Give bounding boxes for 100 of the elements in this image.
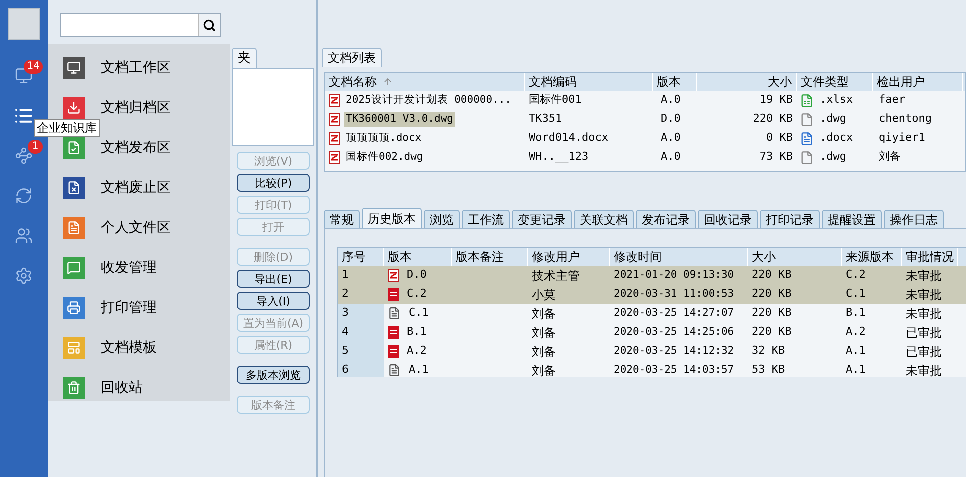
spreadsheet-icon bbox=[800, 94, 814, 108]
action-button[interactable]: 比较(P) bbox=[237, 174, 310, 192]
sidebar-item[interactable]: 1 bbox=[5, 140, 43, 172]
monitor-icon bbox=[15, 67, 33, 85]
table-cell-text: C.1 bbox=[409, 305, 429, 322]
tab[interactable]: 回收记录 bbox=[698, 210, 758, 228]
file-icon bbox=[800, 112, 814, 126]
document-icon bbox=[388, 288, 399, 301]
table-cell-text: C.2 bbox=[407, 286, 427, 302]
count-badge: 14 bbox=[24, 60, 43, 74]
search-button[interactable] bbox=[198, 14, 220, 36]
column-header[interactable]: 文档编码 bbox=[525, 73, 653, 91]
table-cell: 6 bbox=[338, 361, 384, 377]
settings-icon bbox=[15, 267, 33, 285]
menu-item[interactable]: 个人文件区 bbox=[101, 218, 171, 238]
table-row[interactable]: 国标件002.dwg WH..__123 A.0 73 KB .dwg 刘备 bbox=[325, 148, 965, 167]
table-cell-text: A.0 bbox=[660, 149, 682, 166]
document-icon bbox=[388, 345, 399, 358]
table-cell-text: 2025设计开发计划表_000000... bbox=[345, 92, 513, 108]
table-cell-text: .dwg bbox=[820, 111, 846, 128]
menu-item[interactable]: 文档发布区 bbox=[101, 138, 171, 158]
table-cell-text: Word014.docx bbox=[528, 130, 610, 146]
table-cell-text: 19 KB bbox=[758, 92, 794, 108]
tab[interactable]: 关联文档 bbox=[574, 210, 634, 228]
search-icon bbox=[203, 18, 216, 32]
table-cell-text: 已审批 bbox=[905, 344, 943, 360]
tab[interactable]: 浏览 bbox=[424, 210, 460, 228]
table-cell-text: 刘备 bbox=[531, 324, 557, 342]
table-cell-text: 小莫 bbox=[531, 286, 557, 304]
sort-arrow-icon bbox=[383, 77, 393, 87]
tab[interactable]: 常规 bbox=[324, 210, 360, 228]
users-icon bbox=[15, 227, 33, 245]
table-cell-text: 2020-03-25 14:12:32 bbox=[613, 344, 736, 359]
table-row[interactable]: 4 B.1 刘备 2020-03-25 14:25:06 220 KB A.2 已审批 bbox=[338, 323, 966, 342]
file-icon bbox=[800, 150, 814, 164]
tab[interactable]: 历史版本 bbox=[362, 208, 422, 228]
tab[interactable]: 提醒设置 bbox=[822, 210, 882, 228]
document-icon bbox=[329, 94, 340, 107]
table-row[interactable]: 3 C.1 刘备 2020-03-25 14:27:07 220 KB B.1 未审批 bbox=[338, 304, 966, 323]
table-row[interactable]: 6 A.1 刘备 2020-03-25 14:03:57 53 KB A.1 未审批 bbox=[338, 361, 966, 377]
menu-item[interactable]: 收发管理 bbox=[101, 258, 157, 278]
sync-icon bbox=[15, 187, 33, 205]
table-row[interactable]: 顶顶顶顶.docx Word014.docx A.0 0 KB .docx qiyier1 bbox=[325, 129, 965, 148]
table-row[interactable]: 2 C.2 小莫 2020-03-31 11:00:53 220 KB C.1 未审批 bbox=[338, 285, 966, 304]
table-cell: A.1 bbox=[409, 362, 429, 377]
table-cell-text: 2020-03-31 11:00:53 bbox=[613, 286, 736, 302]
table-cell-text: 技术主管 bbox=[531, 268, 581, 284]
table-cell-text: 国标件001 bbox=[528, 92, 583, 108]
column-header[interactable]: 文档名称 bbox=[325, 73, 525, 91]
action-button[interactable]: 导出(E) bbox=[237, 270, 310, 288]
column-header[interactable]: 文件类型 bbox=[797, 73, 873, 91]
menu-item[interactable]: 文档模板 bbox=[101, 338, 157, 358]
table-cell-text: 国标件002.dwg bbox=[345, 150, 424, 165]
table-cell-text: 220 KB bbox=[751, 324, 793, 340]
table-cell-text: A.0 bbox=[660, 130, 682, 146]
search-field[interactable] bbox=[60, 13, 221, 37]
column-header[interactable]: 版本 bbox=[653, 73, 697, 91]
table-cell-text: .xlsx bbox=[820, 92, 854, 108]
tab[interactable]: 变更记录 bbox=[512, 210, 572, 228]
column-header[interactable]: 大小 bbox=[697, 73, 797, 91]
table-cell-text: 220 KB bbox=[751, 267, 793, 284]
table-cell-text: 2020-03-25 14:25:06 bbox=[613, 324, 736, 340]
menu-item[interactable]: 回收站 bbox=[101, 378, 143, 398]
tab[interactable]: 工作流 bbox=[462, 210, 510, 228]
table-cell-text: 顶顶顶顶.docx bbox=[345, 130, 423, 146]
table-cell-text: 未审批 bbox=[905, 268, 943, 284]
table-cell-text: 220 KB bbox=[752, 111, 794, 128]
column-header[interactable]: 检出用户 bbox=[873, 73, 963, 91]
table-cell-text: WH..__123 bbox=[528, 149, 590, 166]
tooltip: 企业知识库 bbox=[34, 119, 100, 137]
table-cell-text: 未审批 bbox=[905, 362, 943, 377]
table-cell: 4 bbox=[338, 323, 384, 342]
tab[interactable]: 打印记录 bbox=[760, 210, 820, 228]
menu-item[interactable]: 文档归档区 bbox=[101, 98, 171, 118]
table-row[interactable]: TK360001 V3.0.dwg TK351 D.0 220 KB .dwg chentong bbox=[325, 110, 965, 129]
table-cell-text: 刘备 bbox=[878, 149, 902, 166]
table-cell-text: C.1 bbox=[845, 286, 867, 302]
table-cell-text: B.1 bbox=[845, 305, 867, 322]
panel-tab[interactable]: 夹 bbox=[232, 48, 257, 68]
sidebar-item[interactable]: 14 bbox=[5, 60, 43, 92]
table-row[interactable]: 1 D.0 技术主管 2021-01-20 09:13:30 220 KB C.2 未审批 bbox=[338, 266, 966, 285]
text-file-icon bbox=[388, 307, 401, 320]
action-button[interactable]: 多版本浏览 bbox=[237, 366, 310, 384]
list-icon bbox=[14, 106, 34, 126]
panel-tab[interactable]: 文档列表 bbox=[322, 48, 382, 67]
menu-item[interactable]: 文档工作区 bbox=[101, 58, 171, 78]
menu-item[interactable]: 文档废止区 bbox=[101, 178, 171, 198]
table-cell-text: 已审批 bbox=[905, 324, 943, 342]
table-cell-text: 刘备 bbox=[531, 344, 557, 360]
document-icon bbox=[329, 113, 340, 126]
table-cell: TK360001 V3.0.dwg bbox=[344, 112, 456, 128]
table-cell: 5 bbox=[338, 342, 384, 361]
tab[interactable]: 操作日志 bbox=[884, 210, 944, 228]
table-cell-text: TK351 bbox=[528, 111, 564, 128]
menu-item[interactable]: 打印管理 bbox=[101, 298, 157, 318]
action-button[interactable]: 导入(I) bbox=[237, 292, 310, 310]
tab[interactable]: 发布记录 bbox=[636, 210, 696, 228]
table-row[interactable]: 2025设计开发计划表_000000... 国标件001 A.0 19 KB .xlsx faer bbox=[325, 91, 965, 110]
count-badge: 1 bbox=[28, 140, 43, 154]
table-row[interactable]: 5 A.2 刘备 2020-03-25 14:12:32 32 KB A.1 已审批 bbox=[338, 342, 966, 361]
